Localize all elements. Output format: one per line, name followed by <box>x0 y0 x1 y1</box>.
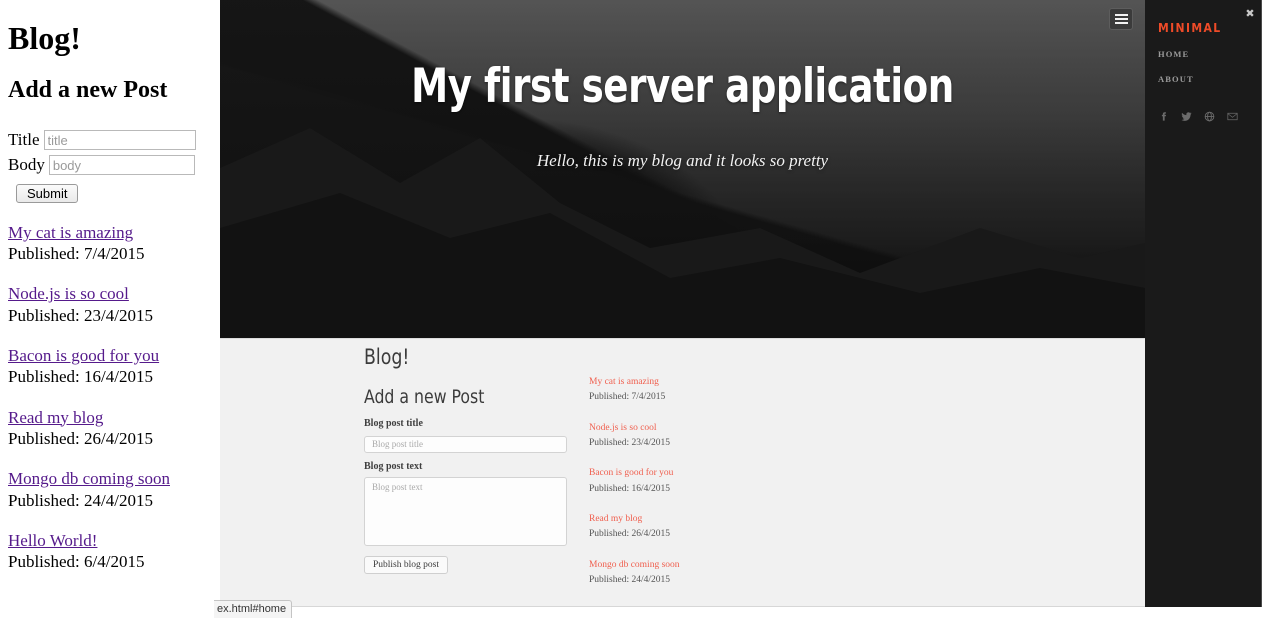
plain-add-post-heading: Add a new Post <box>8 76 168 103</box>
email-icon[interactable] <box>1227 111 1238 122</box>
plain-post-link[interactable]: Node.js is so cool <box>8 284 129 304</box>
hamburger-bar <box>1114 22 1128 24</box>
plain-page-title: Blog! <box>8 20 81 56</box>
social-links <box>1158 111 1261 122</box>
plain-post-item: Node.js is so cool Published: 23/4/2015 <box>8 284 212 326</box>
post-published: Published: 23/4/2015 <box>589 438 671 449</box>
post-link[interactable]: Node.js is so cool <box>589 422 819 434</box>
post-published: Published: 16/4/2015 <box>589 483 671 494</box>
plain-title-label: Title <box>8 129 40 149</box>
post-link[interactable]: Bacon is good for you <box>589 467 819 479</box>
hamburger-bar <box>1114 18 1128 20</box>
sidebar-brand: MINIMAL <box>1158 21 1222 35</box>
post-link[interactable]: Read my blog <box>589 513 819 525</box>
sidebar-item-home[interactable]: HOME <box>1158 50 1261 59</box>
page-bottom-fill <box>220 607 1145 618</box>
nav-sidebar: ✖ MINIMAL HOME ABOUT <box>1145 0 1262 607</box>
plain-title-row: Title <box>8 129 212 152</box>
sidebar-item-about[interactable]: ABOUT <box>1158 74 1261 84</box>
post-list-column: My cat is amazing Published: 7/4/2015 No… <box>589 376 819 604</box>
new-post-column: Blog! Add a new Post Blog post title Blo… <box>364 347 589 574</box>
hero-subtitle: Hello, this is my blog and it looks so p… <box>536 151 829 170</box>
plain-post-link[interactable]: Read my blog <box>8 408 103 428</box>
plain-submit-button[interactable]: Submit <box>16 183 79 203</box>
plain-submit-row: Submit <box>8 179 212 203</box>
plain-blog-page: Blog! Add a new Post Title Body Submit M… <box>0 0 220 618</box>
post-published: Published: 26/4/2015 <box>589 529 671 540</box>
plain-post-published: Published: 16/4/2015 <box>8 367 153 387</box>
plain-post-item: Mongo db coming soon Published: 24/4/201… <box>8 469 212 511</box>
close-icon[interactable]: ✖ <box>1244 8 1256 20</box>
hamburger-bar <box>1114 14 1128 16</box>
plain-post-published: Published: 26/4/2015 <box>8 428 153 448</box>
blog-post-text-textarea[interactable] <box>364 476 567 546</box>
hero-title: My first server application <box>411 59 954 114</box>
list-item: Bacon is good for you Published: 16/4/20… <box>589 467 819 495</box>
blog-post-title-input[interactable] <box>364 435 567 453</box>
plain-post-link[interactable]: Bacon is good for you <box>8 346 159 366</box>
viewport-right-fill <box>1263 0 1280 618</box>
plain-post-link[interactable]: Hello World! <box>8 531 97 551</box>
blog-post-title-label: Blog post title <box>364 418 423 429</box>
post-link[interactable]: Mongo db coming soon <box>589 559 819 571</box>
plain-post-item: Hello World! Published: 6/4/2015 <box>8 531 212 573</box>
post-published: Published: 7/4/2015 <box>589 392 666 403</box>
plain-post-link[interactable]: Mongo db coming soon <box>8 469 170 489</box>
list-item: Node.js is so cool Published: 23/4/2015 <box>589 422 819 450</box>
plain-title-input[interactable] <box>43 130 196 151</box>
content-heading: Blog! <box>364 345 410 369</box>
post-published: Published: 24/4/2015 <box>589 575 671 586</box>
plain-post-item: Read my blog Published: 26/4/2015 <box>8 408 212 450</box>
plain-body-input[interactable] <box>48 155 195 176</box>
hero-text-block: My first server application Hello, this … <box>220 63 1145 169</box>
blog-post-text-label: Blog post text <box>364 460 423 472</box>
plain-post-published: Published: 7/4/2015 <box>8 244 145 264</box>
dribbble-icon[interactable] <box>1204 111 1215 122</box>
hero-banner: My first server application Hello, this … <box>220 0 1145 338</box>
plain-post-item: My cat is amazing Published: 7/4/2015 <box>8 223 212 265</box>
plain-body-label: Body <box>8 154 45 174</box>
plain-post-item: Bacon is good for you Published: 16/4/20… <box>8 346 212 388</box>
plain-post-published: Published: 24/4/2015 <box>8 490 153 510</box>
page-content-area: Blog! Add a new Post Blog post title Blo… <box>220 338 1145 607</box>
twitter-icon[interactable] <box>1181 111 1192 122</box>
plain-post-published: Published: 23/4/2015 <box>8 305 153 325</box>
list-item: Read my blog Published: 26/4/2015 <box>589 513 819 541</box>
browser-status-tooltip: ex.html#home <box>214 600 293 618</box>
plain-body-row: Body <box>8 154 212 177</box>
add-post-heading: Add a new Post <box>364 386 485 408</box>
post-link[interactable]: My cat is amazing <box>589 376 819 388</box>
plain-post-published: Published: 6/4/2015 <box>8 552 145 572</box>
plain-post-link[interactable]: My cat is amazing <box>8 223 133 243</box>
hamburger-icon[interactable] <box>1109 8 1133 30</box>
publish-blog-post-button[interactable]: Publish blog post <box>364 555 448 574</box>
styled-site-view: My first server application Hello, this … <box>220 0 1280 618</box>
facebook-icon[interactable] <box>1158 111 1169 122</box>
list-item: My cat is amazing Published: 7/4/2015 <box>589 376 819 404</box>
list-item: Mongo db coming soon Published: 24/4/201… <box>589 559 819 587</box>
